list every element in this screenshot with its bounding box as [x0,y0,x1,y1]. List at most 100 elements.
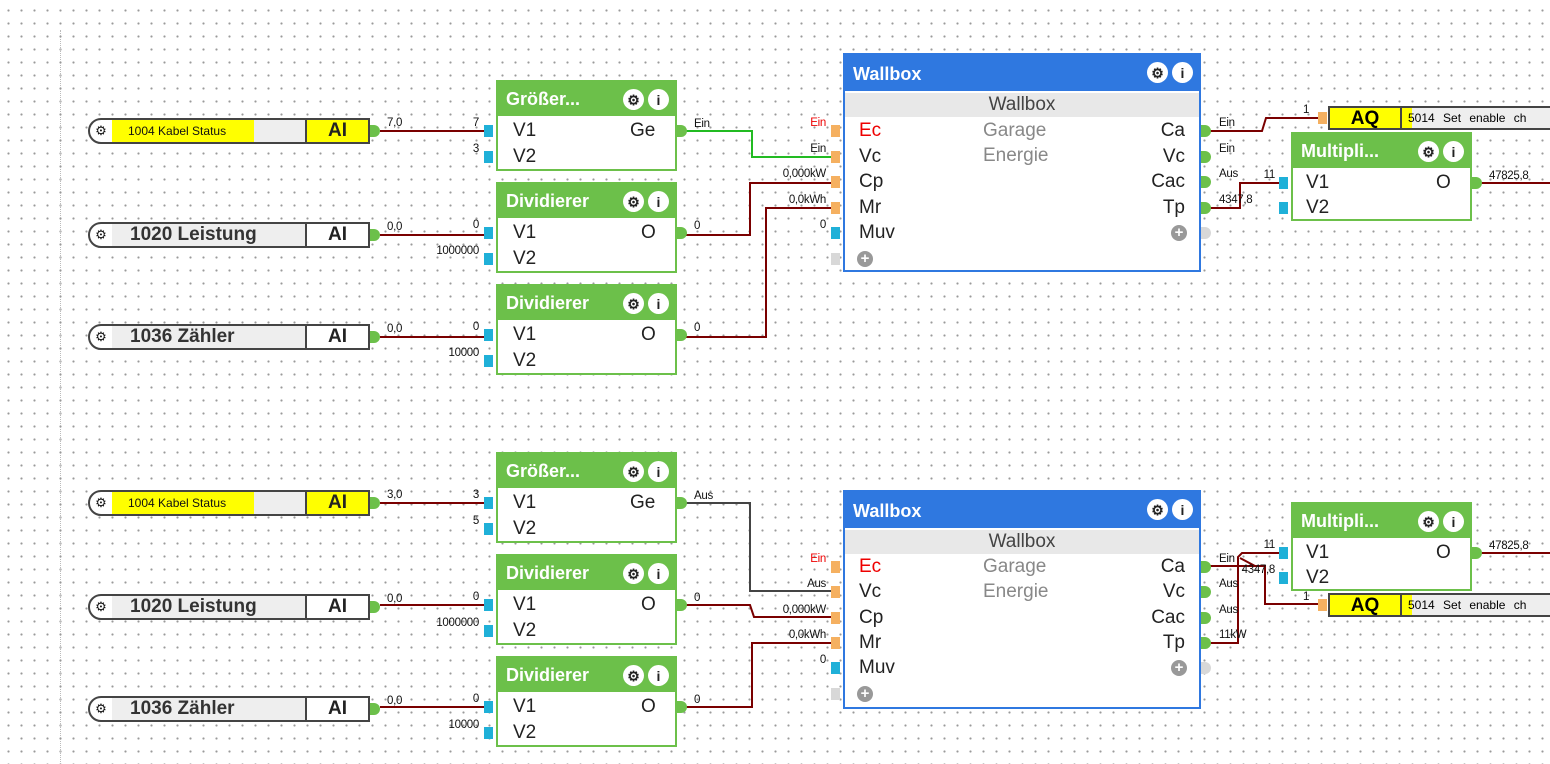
block-header[interactable]: Multipli... ⚙ i [1293,504,1470,538]
info-icon[interactable]: i [648,89,669,110]
block-header[interactable]: Dividierer ⚙ i [498,556,675,590]
output-value: Aus [1219,578,1238,590]
gear-icon[interactable]: ⚙ [90,224,112,246]
input-connector[interactable] [831,612,840,624]
block-header[interactable]: Größer... ⚙ i [498,454,675,488]
input-connector[interactable] [1279,202,1288,214]
input-connector[interactable] [1279,572,1288,584]
input-connector[interactable] [484,227,493,239]
input-connector[interactable] [831,125,840,137]
port-label: V1 [513,696,537,717]
port-label: V1 [513,594,537,615]
input-connector[interactable] [831,176,840,188]
port-label: O [1436,172,1451,193]
wire [682,207,835,338]
gear-icon[interactable]: ⚙ [623,89,644,110]
gear-icon[interactable]: ⚙ [1147,499,1168,520]
plus-icon[interactable]: + [1171,225,1187,241]
port-label: V2 [513,146,537,167]
gear-icon[interactable]: ⚙ [1418,511,1439,532]
input-connector[interactable] [831,586,840,598]
block-header[interactable]: Wallbox ⚙ i [845,492,1199,528]
gear-icon[interactable]: ⚙ [623,563,644,584]
input-connector[interactable] [831,637,840,649]
input-connector[interactable] [484,151,493,163]
input-value: 11 [1263,539,1276,551]
port-label: Ca [1160,120,1185,141]
input-connector[interactable] [1279,177,1288,189]
input-connector[interactable] [484,701,493,713]
input-connector[interactable] [1279,547,1288,559]
block-header[interactable]: Wallbox ⚙ i [845,55,1199,91]
analog-input-block[interactable]: ⚙ 1036 Zähler AI [88,696,370,722]
info-icon[interactable]: i [1443,511,1464,532]
block-icons: ⚙ i [1147,62,1193,83]
info-icon[interactable]: i [648,563,669,584]
logic-canvas[interactable]: ⚙ 1004 Kabel Status AI 7,0 ⚙ 1020 Leistung AI 0… [0,0,1550,764]
block-icons: ⚙ i [623,89,669,110]
gear-icon[interactable]: ⚙ [623,665,644,686]
plus-icon[interactable]: + [1171,660,1187,676]
input-connector[interactable] [484,625,493,637]
port-label: V1 [513,492,537,513]
gear-icon[interactable]: ⚙ [623,461,644,482]
input-connector[interactable] [1318,599,1327,611]
gear-icon[interactable]: ⚙ [90,698,112,720]
input-connector[interactable] [484,727,493,739]
input-value: 1000000 [436,245,479,257]
analog-input-block[interactable]: ⚙ 1036 Zähler AI [88,324,370,350]
add-input-connector[interactable] [831,688,840,700]
analog-input-block[interactable]: ⚙ 1020 Leistung AI [88,222,370,248]
block-header[interactable]: Dividierer ⚙ i [498,286,675,320]
input-connector[interactable] [484,497,493,509]
port-label: V1 [513,222,537,243]
block-header[interactable]: Dividierer ⚙ i [498,184,675,218]
gear-icon[interactable]: ⚙ [623,191,644,212]
info-icon[interactable]: i [1443,141,1464,162]
gear-icon[interactable]: ⚙ [90,120,112,142]
input-connector[interactable] [1318,112,1327,124]
info-icon[interactable]: i [1172,499,1193,520]
gear-icon[interactable]: ⚙ [1418,141,1439,162]
gear-icon[interactable]: ⚙ [90,326,112,348]
block-header[interactable]: Größer... ⚙ i [498,82,675,116]
analog-input-block[interactable]: ⚙ 1020 Leistung AI [88,594,370,620]
input-value: 10000 [448,719,480,731]
port-label: Cp [859,171,884,192]
gear-icon[interactable]: ⚙ [90,492,112,514]
input-value: 0 [819,219,826,231]
add-input-connector[interactable] [831,253,840,265]
gear-icon[interactable]: ⚙ [623,293,644,314]
input-connector[interactable] [831,227,840,239]
info-icon[interactable]: i [648,293,669,314]
analog-input-block[interactable]: ⚙ 1004 Kabel Status AI [88,490,370,516]
input-connector[interactable] [831,151,840,163]
analog-input-block[interactable]: ⚙ 1004 Kabel Status AI [88,118,370,144]
info-icon[interactable]: i [648,191,669,212]
info-icon[interactable]: i [648,665,669,686]
analog-output-block[interactable]: AQ 5014 Set enable ch [1328,106,1550,130]
gear-icon[interactable]: ⚙ [90,596,112,618]
info-icon[interactable]: i [648,461,669,482]
block-title: Multipli... [1301,511,1379,531]
block-header[interactable]: Dividierer ⚙ i [498,658,675,692]
plus-icon[interactable]: + [857,251,873,267]
gear-icon[interactable]: ⚙ [1147,62,1168,83]
input-connector[interactable] [484,599,493,611]
block-header[interactable]: Multipli... ⚙ i [1293,134,1470,168]
port-label: Cac [1151,171,1185,192]
plus-icon[interactable]: + [857,686,873,702]
input-connector[interactable] [484,253,493,265]
input-connector[interactable] [831,662,840,674]
input-connector[interactable] [484,329,493,341]
input-connector[interactable] [831,561,840,573]
wire-value: 0,0 [387,593,403,605]
input-connector[interactable] [484,523,493,535]
analog-output-block[interactable]: AQ 5014 Set enable ch [1328,593,1550,617]
input-connector[interactable] [484,125,493,137]
input-connector[interactable] [484,355,493,367]
input-name: 1004 Kabel Status [128,124,227,138]
info-icon[interactable]: i [1172,62,1193,83]
input-connector[interactable] [831,202,840,214]
output-value: 0 [694,322,701,334]
